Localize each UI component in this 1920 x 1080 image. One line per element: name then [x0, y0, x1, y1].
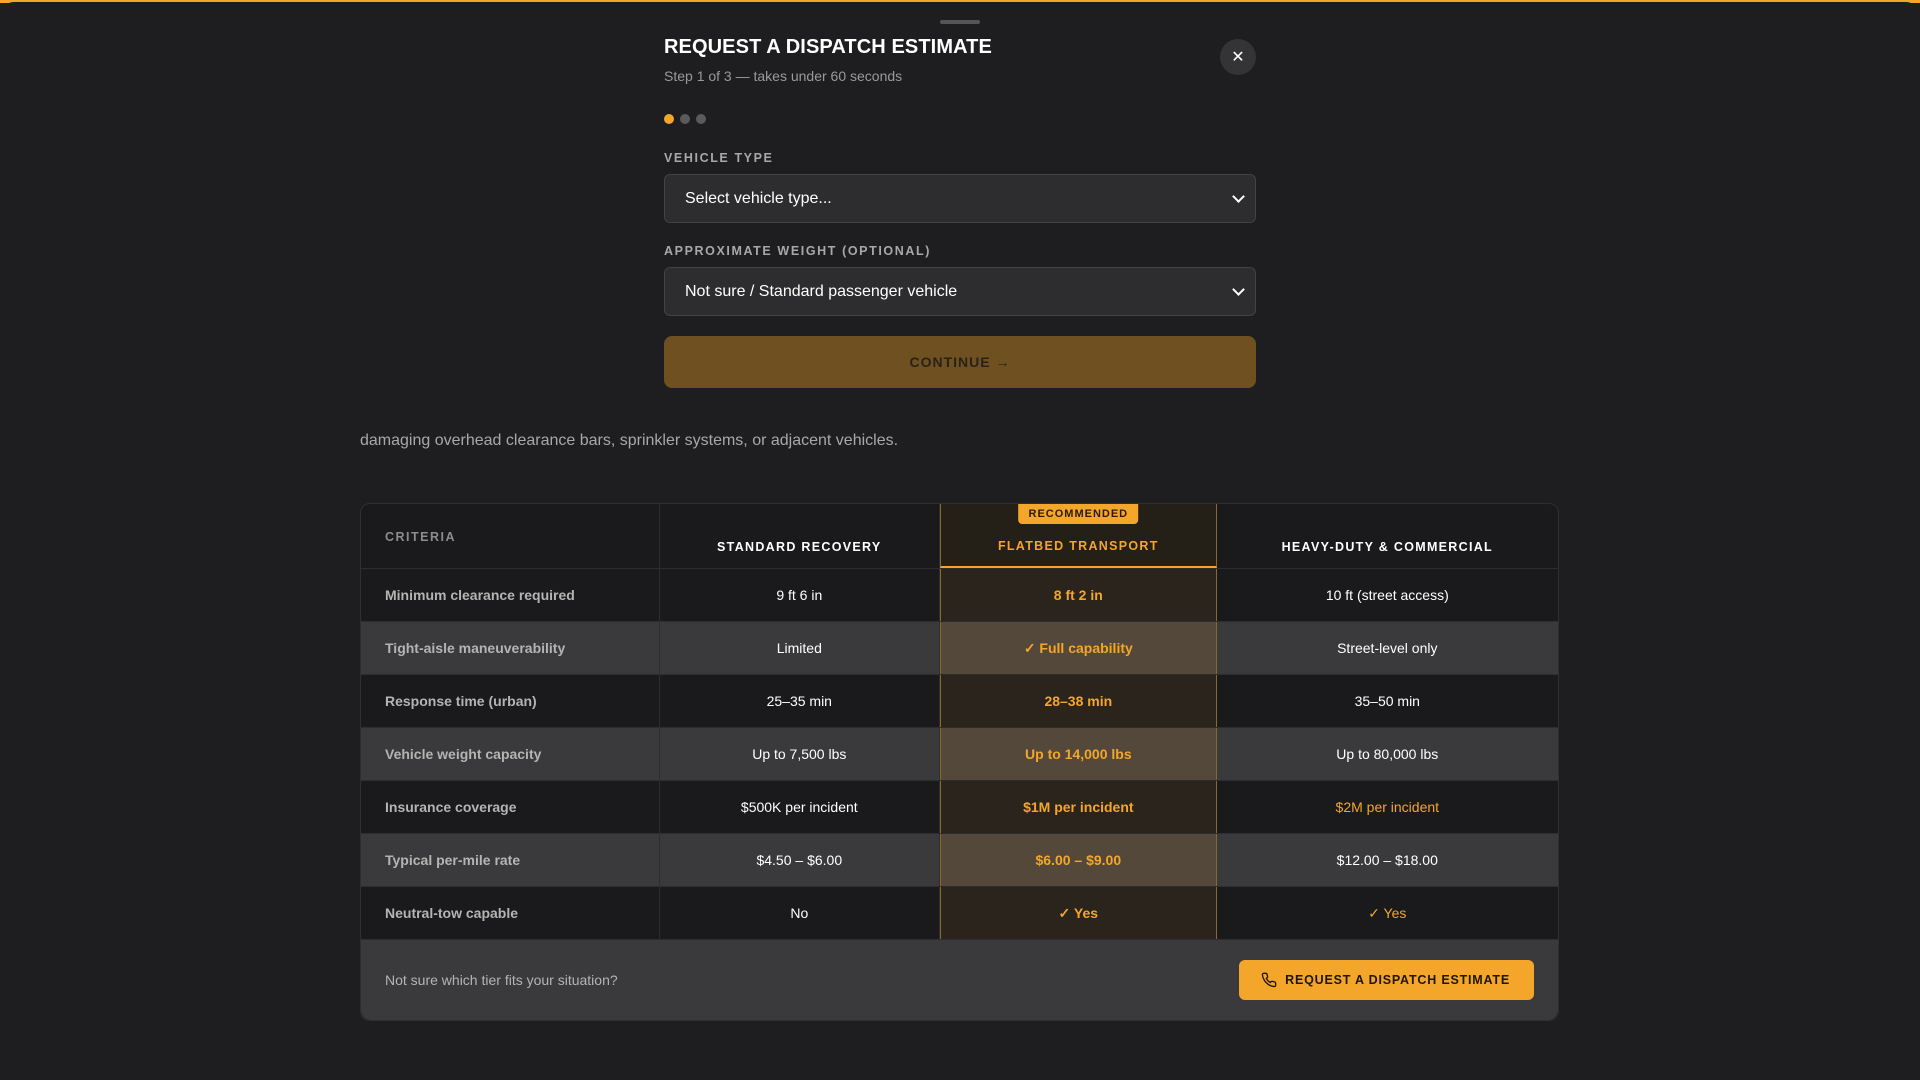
table-row: Tight-aisle maneuverability Limited ✓ Fu…	[361, 621, 1558, 674]
chevron-down-icon	[1232, 189, 1245, 203]
footer-prompt: Not sure which tier fits your situation?	[385, 972, 618, 988]
criteria-cell: Response time (urban)	[361, 675, 660, 727]
criteria-cell: Tight-aisle maneuverability	[361, 622, 660, 674]
continue-button[interactable]: CONTINUE →	[664, 336, 1256, 388]
header-heavy-duty: HEAVY-DUTY & COMMERCIAL	[1281, 540, 1493, 554]
dispatch-estimate-modal: REQUEST A DISPATCH ESTIMATE Step 1 of 3 …	[664, 32, 1256, 388]
heavy-cell: Street-level only	[1337, 640, 1438, 656]
recommended-badge: RECOMMENDED	[1018, 504, 1139, 524]
request-estimate-label: REQUEST A DISPATCH ESTIMATE	[1285, 973, 1510, 987]
weight-select[interactable]: Not sure / Standard passenger vehicle	[664, 267, 1256, 316]
close-icon: ✕	[1231, 49, 1245, 66]
standard-cell: Limited	[660, 622, 941, 674]
chevron-down-icon	[1232, 282, 1245, 296]
table-row: Vehicle weight capacity Up to 7,500 lbs …	[361, 727, 1558, 780]
phone-icon	[1261, 972, 1277, 988]
standard-cell: $500K per incident	[660, 781, 941, 833]
table-header-row: CRITERIA STANDARD RECOVERY RECOMMENDED F…	[361, 504, 1558, 568]
standard-cell: 9 ft 6 in	[660, 569, 941, 621]
weight-label: APPROXIMATE WEIGHT (OPTIONAL)	[664, 244, 931, 258]
vehicle-type-label: VEHICLE TYPE	[664, 151, 774, 165]
standard-cell: No	[660, 887, 941, 939]
flatbed-cell: Up to 14,000 lbs	[940, 728, 1217, 780]
table-row: Response time (urban) 25–35 min 28–38 mi…	[361, 674, 1558, 727]
table-row: Insurance coverage $500K per incident $1…	[361, 780, 1558, 833]
table-row: Minimum clearance required 9 ft 6 in 8 f…	[361, 568, 1558, 621]
close-button[interactable]: ✕	[1220, 39, 1256, 75]
step-dot-1	[664, 114, 674, 124]
criteria-cell: Insurance coverage	[361, 781, 660, 833]
weight-value: Not sure / Standard passenger vehicle	[685, 282, 958, 300]
flatbed-cell: 28–38 min	[940, 675, 1217, 727]
standard-cell: Up to 7,500 lbs	[660, 728, 941, 780]
criteria-cell: Neutral-tow capable	[361, 887, 660, 939]
table-row: Neutral-tow capable No ✓ Yes ✓ Yes	[361, 886, 1558, 939]
heavy-cell: 10 ft (street access)	[1325, 587, 1449, 603]
header-standard: STANDARD RECOVERY	[660, 504, 941, 568]
heavy-cell: Up to 80,000 lbs	[1336, 746, 1439, 762]
modal-title: REQUEST A DISPATCH ESTIMATE	[664, 36, 992, 58]
criteria-cell: Minimum clearance required	[361, 569, 660, 621]
heavy-cell: $12.00 – $18.00	[1336, 852, 1438, 868]
header-criteria: CRITERIA	[361, 504, 660, 568]
step-dot-3	[696, 114, 706, 124]
drag-handle[interactable]	[940, 20, 980, 24]
table-row: Typical per-mile rate $4.50 – $6.00 $6.0…	[361, 833, 1558, 886]
flatbed-cell: ✓ Full capability	[940, 622, 1217, 674]
standard-cell: 25–35 min	[660, 675, 941, 727]
request-estimate-button[interactable]: REQUEST A DISPATCH ESTIMATE	[1239, 960, 1534, 1000]
vehicle-type-select[interactable]: Select vehicle type...	[664, 174, 1256, 223]
flatbed-cell: $1M per incident	[940, 781, 1217, 833]
flatbed-cell: $6.00 – $9.00	[940, 834, 1217, 886]
header-flatbed-label: FLATBED TRANSPORT	[997, 539, 1159, 553]
criteria-cell: Vehicle weight capacity	[361, 728, 660, 780]
bottom-sheet: REQUEST A DISPATCH ESTIMATE Step 1 of 3 …	[0, 2, 1920, 1080]
modal-subtitle: Step 1 of 3 — takes under 60 seconds	[664, 68, 903, 84]
criteria-cell: Typical per-mile rate	[361, 834, 660, 886]
standard-cell: $4.50 – $6.00	[660, 834, 941, 886]
vehicle-type-value: Select vehicle type...	[685, 189, 832, 207]
heavy-cell: ✓ Yes	[1368, 904, 1407, 921]
heavy-cell: $2M per incident	[1335, 799, 1440, 815]
step-dot-2	[680, 114, 690, 124]
header-flatbed: RECOMMENDED FLATBED TRANSPORT	[940, 504, 1217, 568]
flatbed-cell: 8 ft 2 in	[940, 569, 1217, 621]
comparison-table: CRITERIA STANDARD RECOVERY RECOMMENDED F…	[360, 503, 1559, 1021]
heavy-cell: 35–50 min	[1354, 693, 1420, 709]
step-indicator	[664, 114, 1256, 124]
table-footer: Not sure which tier fits your situation?…	[361, 939, 1558, 1020]
background-paragraph: damaging overhead clearance bars, sprink…	[360, 432, 899, 449]
flatbed-cell: ✓ Yes	[940, 887, 1217, 939]
